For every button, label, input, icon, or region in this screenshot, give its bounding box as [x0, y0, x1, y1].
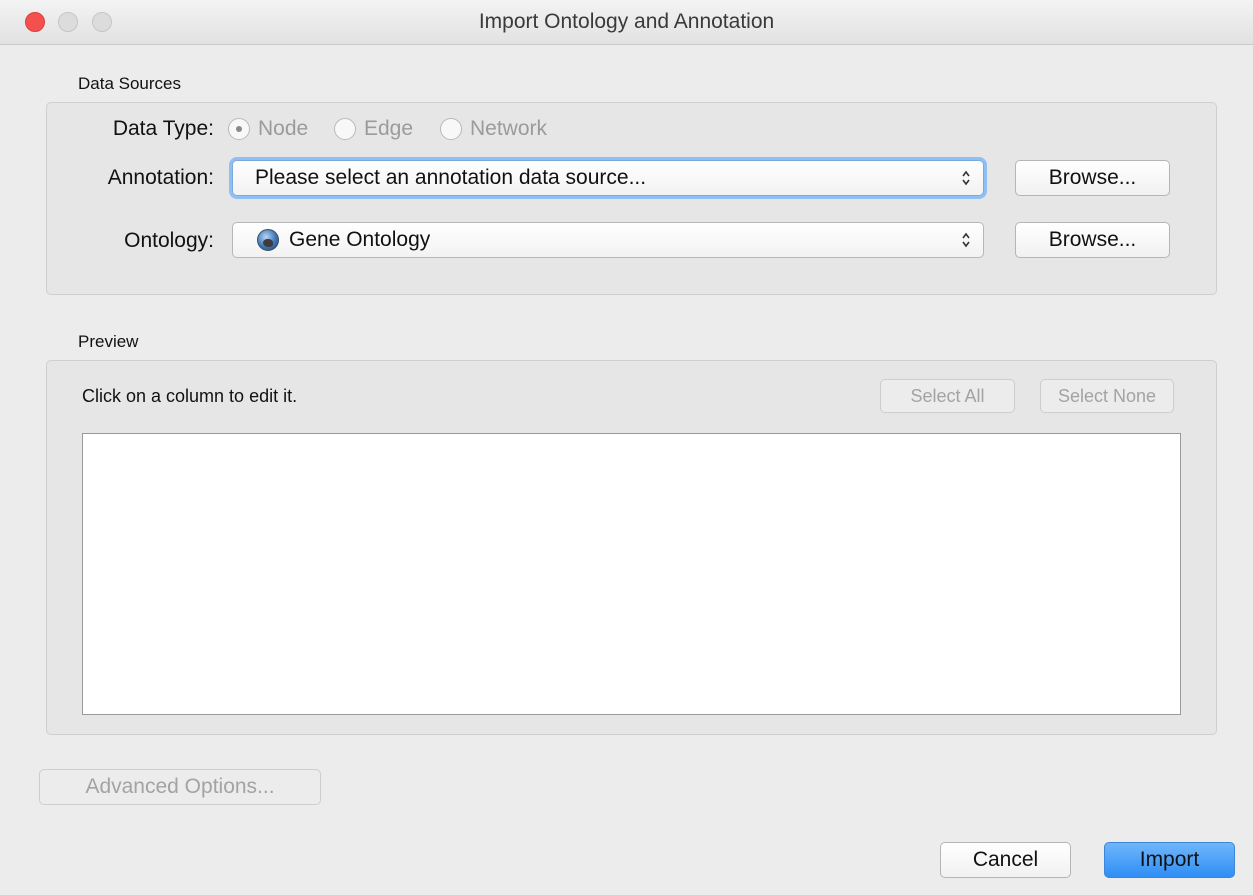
radio-edge-label: Edge: [364, 117, 414, 140]
radio-network-label: Network: [470, 117, 548, 140]
ontology-browse-button[interactable]: Browse...: [1015, 222, 1170, 258]
radio-network[interactable]: Network: [440, 116, 547, 142]
preview-label: Preview: [78, 332, 139, 351]
radio-edge-circle[interactable]: [334, 118, 356, 140]
import-button[interactable]: Import: [1104, 842, 1235, 878]
radio-edge[interactable]: Edge: [334, 116, 413, 142]
select-all-button[interactable]: Select All: [880, 379, 1015, 413]
radio-node-circle[interactable]: [228, 118, 250, 140]
ontology-select-value: Gene Ontology: [289, 228, 431, 251]
data-sources-label: Data Sources: [78, 74, 181, 93]
annotation-label: Annotation:: [107, 166, 214, 189]
ontology-select[interactable]: Gene Ontology: [232, 222, 984, 258]
globe-icon: [257, 229, 279, 251]
import-dialog-window: Import Ontology and Annotation Data Sour…: [0, 0, 1253, 895]
chevron-up-down-icon: [962, 170, 970, 186]
radio-network-circle[interactable]: [440, 118, 462, 140]
window-title: Import Ontology and Annotation: [478, 10, 775, 33]
advanced-options-button[interactable]: Advanced Options...: [39, 769, 321, 805]
data-type-label: Data Type:: [112, 117, 214, 140]
cancel-button[interactable]: Cancel: [940, 842, 1071, 878]
radio-node[interactable]: Node: [228, 116, 308, 142]
annotation-select-value: Please select an annotation data source.…: [255, 166, 647, 189]
radio-node-label: Node: [258, 117, 309, 140]
preview-table-area[interactable]: [82, 433, 1181, 715]
annotation-browse-button[interactable]: Browse...: [1015, 160, 1170, 196]
data-sources-group: [46, 102, 1217, 295]
ontology-label: Ontology:: [124, 229, 214, 252]
annotation-select[interactable]: Please select an annotation data source.…: [232, 160, 984, 196]
title-bar[interactable]: Import Ontology and Annotation: [0, 0, 1253, 45]
chevron-up-down-icon: [962, 232, 970, 248]
preview-hint: Click on a column to edit it.: [82, 386, 298, 406]
select-none-button[interactable]: Select None: [1040, 379, 1174, 413]
